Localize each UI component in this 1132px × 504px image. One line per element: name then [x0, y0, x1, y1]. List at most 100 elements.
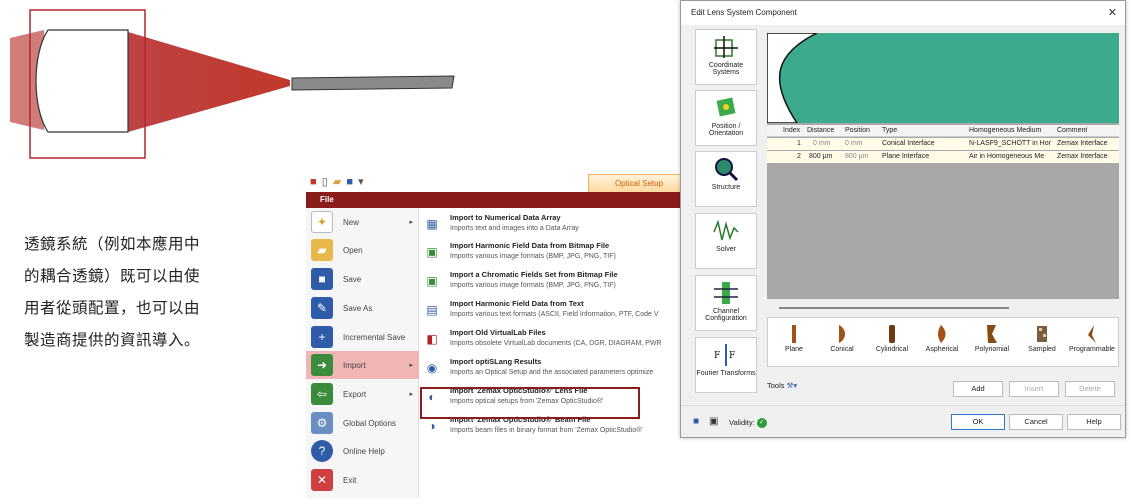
open-icon[interactable]: ▰ [333, 176, 342, 188]
shape-conical[interactable]: Conical [816, 322, 868, 353]
import-item-harmonic-text[interactable]: ▤ Import Harmonic Field Data from Text I… [420, 296, 690, 324]
validity-indicator: Validity: ✓ [729, 418, 767, 429]
bitmap-icon: ▣ [426, 274, 438, 288]
dialog-title: Edit Lens System Component [681, 1, 1125, 25]
file-tab[interactable]: File [312, 192, 342, 208]
sidebar-label: Structure [711, 184, 741, 191]
edit-lens-dialog: Edit Lens System Component ✕ Coordinate … [680, 0, 1126, 438]
exit-icon: ✕ [311, 469, 333, 491]
lens-element [35, 29, 129, 133]
cell-index: 2 [797, 153, 801, 160]
import-item-harmonic-bitmap[interactable]: ▣ Import Harmonic Field Data from Bitmap… [420, 238, 690, 266]
shape-programmable[interactable]: Programmable [1064, 322, 1120, 353]
import-item-numerical-data-array[interactable]: ▦ Import to Numerical Data Array Imports… [420, 210, 690, 238]
shape-cylindrical[interactable]: Cylindrical [866, 322, 918, 353]
floppy-disk-icon: ■ [311, 268, 333, 290]
solver-icon [711, 217, 741, 245]
sidebar-solver[interactable]: Solver [695, 213, 757, 269]
new-icon[interactable]: ▯ [322, 176, 329, 188]
tab-optical-setup[interactable]: Optical Setup [588, 174, 690, 192]
catalog-icon[interactable]: ▣ [709, 416, 718, 427]
arrow-right-icon: ▸ [409, 362, 413, 369]
folder-icon: ▰ [311, 239, 333, 261]
sidebar-structure[interactable]: Structure [695, 151, 757, 207]
horizontal-scrollbar[interactable] [767, 299, 1119, 315]
table-row[interactable]: 1 0 mm 0 mm Conical Interface N-LASF9_SC… [767, 138, 1119, 150]
menu-item-label: Exit [343, 475, 357, 485]
shape-polynomial[interactable]: Polynomial [966, 322, 1018, 353]
conical-shape-icon [816, 322, 868, 346]
coordinate-axes-icon [711, 33, 741, 61]
sidebar-fourier-transforms[interactable]: FF Fourier Transforms [695, 337, 757, 393]
save-icon[interactable]: ■ [693, 416, 699, 427]
import-item-optislang[interactable]: ◉ Import optiSLang Results Imports an Op… [420, 354, 690, 382]
caption-line: 的耦合透鏡）既可以由使 [24, 267, 201, 285]
quick-access-icons[interactable]: ■ ▯ ▰ ■ ▾ [310, 175, 365, 188]
menu-item-export[interactable]: ⇦ Export ▸ [306, 380, 419, 408]
menu-item-new[interactable]: ✦ New ▸ [306, 208, 419, 236]
menu-item-import[interactable]: ➜ Import ▸ [306, 351, 419, 379]
sidebar-channel-configuration[interactable]: Channel Configuration [695, 275, 757, 331]
menu-item-open[interactable]: ▰ Open [306, 236, 419, 264]
incremental-save-icon: + [311, 326, 333, 348]
zemax-lens-highlight [420, 387, 640, 419]
scrollbar-thumb[interactable] [779, 307, 1009, 309]
caption-line: 製造商提供的資訊導入。 [24, 331, 201, 349]
fourier-icon: FF [711, 341, 741, 369]
cell-distance: 0 mm [813, 140, 831, 147]
column-header: Index [783, 127, 801, 134]
menu-item-online-help[interactable]: ? Online Help [306, 437, 419, 465]
help-button[interactable]: Help [1067, 414, 1121, 430]
sidebar-coordinate-systems[interactable]: Coordinate Systems [695, 29, 757, 85]
import-item-subtitle: Imports obsolete VirtualLab documents (C… [450, 340, 662, 347]
save-icon[interactable]: ■ [346, 176, 354, 188]
shape-aspherical[interactable]: Aspherical [916, 322, 968, 353]
delete-button[interactable]: Delete [1065, 381, 1115, 397]
import-item-subtitle: Imports text and images into a Data Arra… [450, 225, 579, 232]
polynomial-shape-icon [966, 322, 1018, 346]
cell-position: 0 mm [845, 140, 863, 147]
close-icon[interactable]: ✕ [1108, 6, 1117, 19]
dropdown-icon[interactable]: ▾ [358, 176, 365, 188]
import-item-chromatic-bitmap[interactable]: ▣ Import a Chromatic Fields Set from Bit… [420, 267, 690, 295]
file-bar [306, 192, 690, 208]
column-header: Homogeneous Medium [969, 127, 1042, 134]
sidebar-label: Fourier Transforms [696, 370, 756, 377]
shape-label: Plane [785, 346, 803, 353]
arrow-right-icon: ▸ [409, 391, 413, 398]
menu-item-label: Save [343, 274, 362, 284]
import-item-subtitle: Imports various image formats (BMP, JPG,… [450, 253, 616, 260]
add-button[interactable]: Add [953, 381, 1003, 397]
menu-item-incremental-save[interactable]: + Incremental Save [306, 323, 419, 351]
check-icon: ✓ [756, 418, 767, 429]
import-item-subtitle: Imports various image formats (BMP, JPG,… [450, 282, 616, 289]
cancel-button[interactable]: Cancel [1009, 414, 1063, 430]
tools-label: Tools [767, 381, 785, 390]
menu-item-global-options[interactable]: ⚙ Global Options [306, 409, 419, 437]
cell-medium: Air in Homogeneous Me [969, 153, 1045, 160]
sidebar-label: Solver [716, 246, 736, 253]
channel-icon [711, 279, 741, 307]
menu-item-save[interactable]: ■ Save [306, 265, 419, 293]
sidebar-position-orientation[interactable]: Position / Orientation [695, 90, 757, 146]
lens-preview [767, 33, 1119, 123]
bitmap-icon: ▣ [426, 245, 438, 259]
menu-item-save-as[interactable]: ✎ Save As [306, 294, 419, 322]
zemax-beam-icon: ◑ [428, 419, 436, 433]
shape-plane[interactable]: Plane [768, 322, 820, 353]
menu-item-exit[interactable]: ✕ Exit [306, 466, 419, 494]
column-header: Position [845, 127, 870, 134]
converging-beam [128, 32, 290, 132]
caption: 透鏡系統（例如本應用中 的耦合透鏡）既可以由使 用者從頭配置，也可以由 製造商提… [24, 228, 264, 356]
save-as-icon: ✎ [311, 297, 333, 319]
ok-button[interactable]: OK [951, 414, 1005, 430]
shape-label: Aspherical [925, 346, 959, 353]
insert-button[interactable]: Insert [1009, 381, 1059, 397]
shape-label: Conical [830, 346, 854, 353]
aspherical-shape-icon [916, 322, 968, 346]
table-row[interactable]: 2 800 µm 800 µm Plane Interface Air in H… [767, 151, 1119, 163]
tools-menu[interactable]: Tools ⚒▾ [767, 381, 797, 390]
shape-sampled[interactable]: Sampled [1016, 322, 1068, 353]
import-item-old-virtuallab[interactable]: ◧ Import Old VirtualLab Files Imports ob… [420, 325, 690, 353]
lens-illustration [10, 9, 455, 159]
